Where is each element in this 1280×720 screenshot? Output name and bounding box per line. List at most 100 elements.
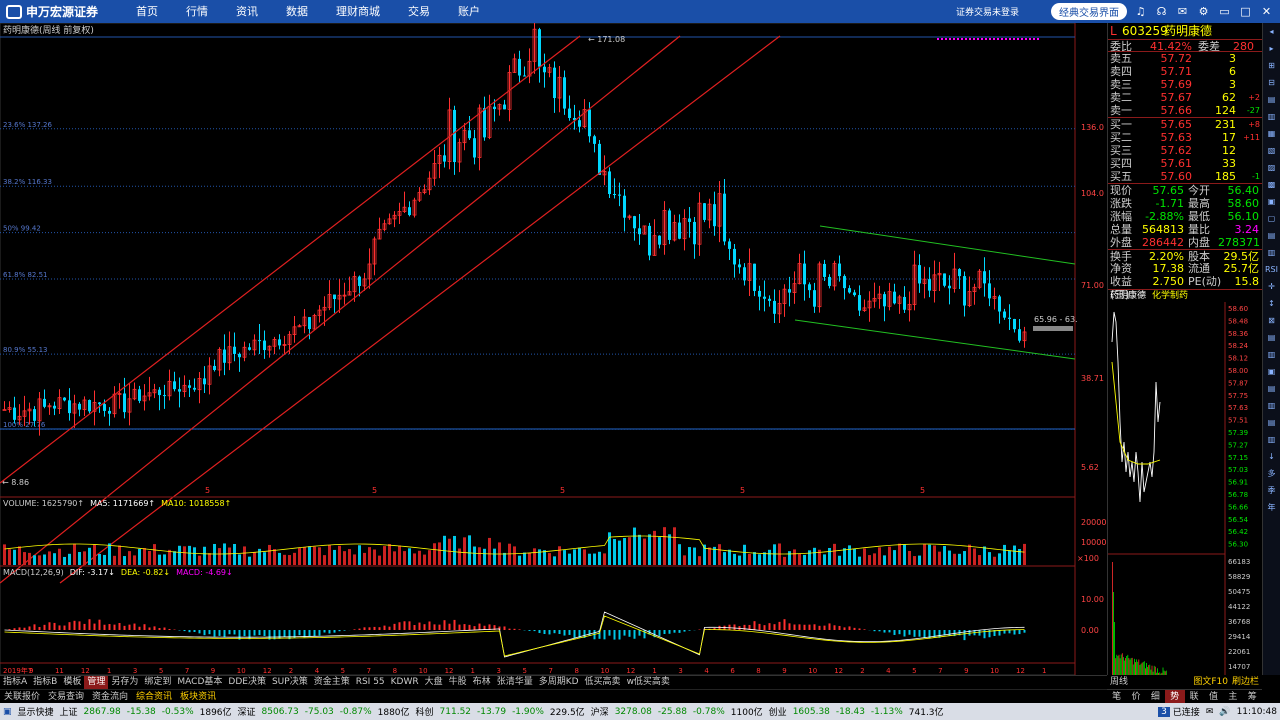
nav-item-2[interactable]: 资讯 [222, 0, 272, 23]
gear-icon[interactable]: ⚙ [1196, 4, 1211, 19]
indicator-tab-13[interactable]: 牛股 [446, 676, 470, 689]
level-price: 57.65 [1160, 118, 1193, 131]
bottom-link-2[interactable]: 资金流向 [88, 690, 132, 703]
indicator-tab-2[interactable]: 模板 [60, 676, 84, 689]
xaxis-label: 10 [808, 667, 817, 675]
right-tool-0[interactable]: ◂ [1263, 23, 1280, 40]
nav-item-6[interactable]: 账户 [444, 0, 494, 23]
nav-item-3[interactable]: 数据 [272, 0, 322, 23]
side-tab-6[interactable]: 主 [1223, 690, 1242, 703]
indicator-tab-14[interactable]: 布林 [470, 676, 494, 689]
indicator-tab-11[interactable]: KDWR [388, 676, 422, 689]
right-tool-24[interactable]: ▥ [1263, 431, 1280, 448]
right-tool-5[interactable]: ▥ [1263, 108, 1280, 125]
side-tab-0[interactable]: 笔 [1107, 690, 1126, 703]
right-tool-14[interactable]: RSI [1263, 261, 1280, 278]
right-tool-22[interactable]: ▥ [1263, 397, 1280, 414]
quote-stats: 现价 57.65 今开 56.40 涨跌 -1.71 最高 58.60 涨幅 -2.88% 最低 56… [1108, 184, 1262, 301]
volume-bar [873, 553, 876, 565]
right-tool-11[interactable]: ▢ [1263, 210, 1280, 227]
stat-value: 2.20% [1149, 250, 1184, 263]
right-tool-15[interactable]: ✛ [1263, 278, 1280, 295]
side-tab-1[interactable]: 价 [1126, 690, 1145, 703]
login-status[interactable]: 证券交易未登录 [956, 5, 1019, 18]
right-tool-28[interactable]: 年 [1263, 499, 1280, 516]
indicator-tab-17[interactable]: 低买高卖 [582, 676, 624, 689]
right-tool-1[interactable]: ▸ [1263, 40, 1280, 57]
minimize-icon[interactable]: ▭ [1217, 4, 1232, 19]
right-tool-27[interactable]: 季 [1263, 482, 1280, 499]
right-tool-13[interactable]: ▥ [1263, 244, 1280, 261]
bottom-link-4[interactable]: 板块资讯 [176, 690, 220, 703]
indicator-tab-15[interactable]: 张清华量 [494, 676, 536, 689]
volume-bar [643, 538, 646, 565]
indicator-tab-16[interactable]: 多周期KD [536, 676, 582, 689]
xaxis-label: 3 [497, 667, 501, 675]
indicator-tab-9[interactable]: 资金主策 [311, 676, 353, 689]
right-tool-12[interactable]: ▤ [1263, 227, 1280, 244]
right-tool-17[interactable]: ⊠ [1263, 312, 1280, 329]
xaxis-label: 6 [730, 667, 735, 675]
level-change: -27 [1246, 106, 1260, 115]
right-tool-18[interactable]: ▤ [1263, 329, 1280, 346]
bottom-link-0[interactable]: 关联报价 [0, 690, 44, 703]
side-tab-5[interactable]: 值 [1204, 690, 1223, 703]
indicator-tab-7[interactable]: DDE决策 [225, 676, 269, 689]
indicator-tab-5[interactable]: 绑定到 [141, 676, 174, 689]
right-tool-19[interactable]: ▥ [1263, 346, 1280, 363]
kline-chart-svg[interactable]: 药明康德(周线 前复权) 23.6% 137.26 38.2% 116.33 50% … [0, 17, 1107, 676]
right-tool-3[interactable]: ⊟ [1263, 74, 1280, 91]
side-tab-4[interactable]: 联 [1185, 690, 1204, 703]
bottom-link-1[interactable]: 交易查询 [44, 690, 88, 703]
bell-icon[interactable]: ♫ [1133, 4, 1148, 19]
headset-icon[interactable]: ☊ [1154, 4, 1169, 19]
indicator-tab-6[interactable]: MACD基本 [174, 676, 225, 689]
mail-icon[interactable]: ✉ [1175, 4, 1190, 19]
intraday-minichart[interactable]: 58.60 58.48 58.36 58.24 58.12 58.00 57.87 57.75… [1108, 302, 1263, 690]
indicator-tab-18[interactable]: w低买高卖 [624, 676, 673, 689]
right-tool-8[interactable]: ▨ [1263, 159, 1280, 176]
indicator-tab-12[interactable]: 大盘 [422, 676, 446, 689]
indicator-tab-10[interactable]: RSI 55 [353, 676, 388, 689]
nav-item-4[interactable]: 理财商城 [322, 0, 394, 23]
chart-area[interactable]: 药明康德(周线 前复权) 23.6% 137.26 38.2% 116.33 50% … [0, 17, 1107, 676]
candle-body [678, 222, 681, 239]
indicator-tab-4[interactable]: 另存为 [108, 676, 141, 689]
nav-item-0[interactable]: 首页 [130, 0, 172, 23]
right-tool-20[interactable]: ▣ [1263, 363, 1280, 380]
indicator-tab-1[interactable]: 指标B [30, 676, 60, 689]
buy-level-3: 买三 57.62 12 [1108, 144, 1262, 157]
side-tab-7[interactable]: 筹 [1243, 690, 1262, 703]
stat-value: 56.10 [1227, 210, 1260, 223]
side-tab-3[interactable]: 势 [1165, 690, 1185, 703]
classic-trading-button[interactable]: 经典交易界面 [1051, 3, 1127, 20]
right-tool-6[interactable]: ▦ [1263, 125, 1280, 142]
maximize-icon[interactable]: □ [1238, 4, 1253, 19]
side-button-0[interactable]: 图文F10 [1193, 677, 1228, 687]
bottom-link-3[interactable]: 综合资讯 [132, 690, 176, 703]
right-tool-10[interactable]: ▣ [1263, 193, 1280, 210]
right-tool-23[interactable]: ▤ [1263, 414, 1280, 431]
close-icon[interactable]: ✕ [1259, 4, 1274, 19]
volume-bar [268, 544, 271, 565]
quick-display-icon[interactable]: ▣ [0, 707, 15, 717]
right-tool-9[interactable]: ▩ [1263, 176, 1280, 193]
right-tool-4[interactable]: ▤ [1263, 91, 1280, 108]
indicator-tab-8[interactable]: SUP决策 [269, 676, 311, 689]
message-icon[interactable]: ✉ [1203, 707, 1217, 717]
indicator-tab-3[interactable]: 管理 [84, 676, 109, 689]
indicator-tab-0[interactable]: 指标A [0, 676, 30, 689]
volume-icon[interactable]: 🔊 [1216, 707, 1233, 717]
right-tool-16[interactable]: ↕ [1263, 295, 1280, 312]
right-tool-25[interactable]: ↓ [1263, 448, 1280, 465]
right-tool-26[interactable]: 多 [1263, 465, 1280, 482]
right-tool-2[interactable]: ⊞ [1263, 57, 1280, 74]
candle-body [788, 289, 791, 293]
nav-item-5[interactable]: 交易 [394, 0, 444, 23]
candle-body [963, 276, 966, 306]
right-tool-7[interactable]: ▧ [1263, 142, 1280, 159]
side-tab-2[interactable]: 细 [1146, 690, 1165, 703]
right-tool-21[interactable]: ▤ [1263, 380, 1280, 397]
nav-item-1[interactable]: 行情 [172, 0, 222, 23]
side-button-1[interactable]: 刷边栏 [1232, 677, 1259, 687]
